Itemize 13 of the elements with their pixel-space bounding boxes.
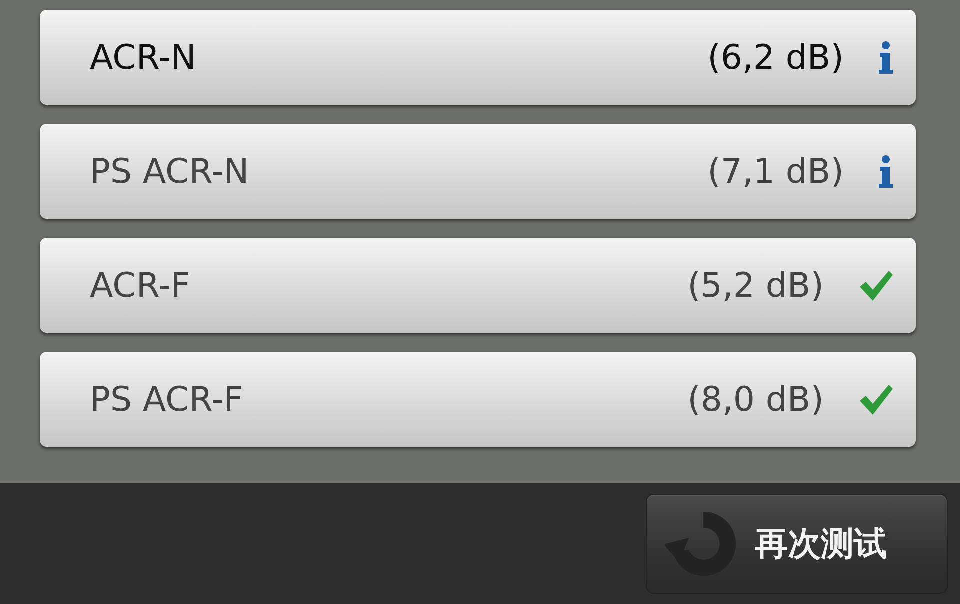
result-name: ACR-N	[90, 38, 198, 78]
result-name: ACR-F	[90, 266, 192, 306]
retest-button[interactable]: 再次测试	[646, 494, 948, 594]
result-value: (7,1 dB)	[708, 152, 844, 192]
result-row[interactable]: PS ACR-N (7,1 dB)	[40, 124, 916, 219]
result-row[interactable]: ACR-N (6,2 dB)	[40, 10, 916, 105]
result-row[interactable]: ACR-F (5,2 dB)	[40, 238, 916, 333]
result-value: (8,0 dB)	[688, 380, 824, 420]
result-value: (5,2 dB)	[688, 266, 824, 306]
result-row[interactable]: PS ACR-F (8,0 dB)	[40, 352, 916, 447]
result-name: PS ACR-N	[90, 152, 250, 192]
result-name: PS ACR-F	[90, 380, 244, 420]
result-value: (6,2 dB)	[708, 38, 844, 78]
